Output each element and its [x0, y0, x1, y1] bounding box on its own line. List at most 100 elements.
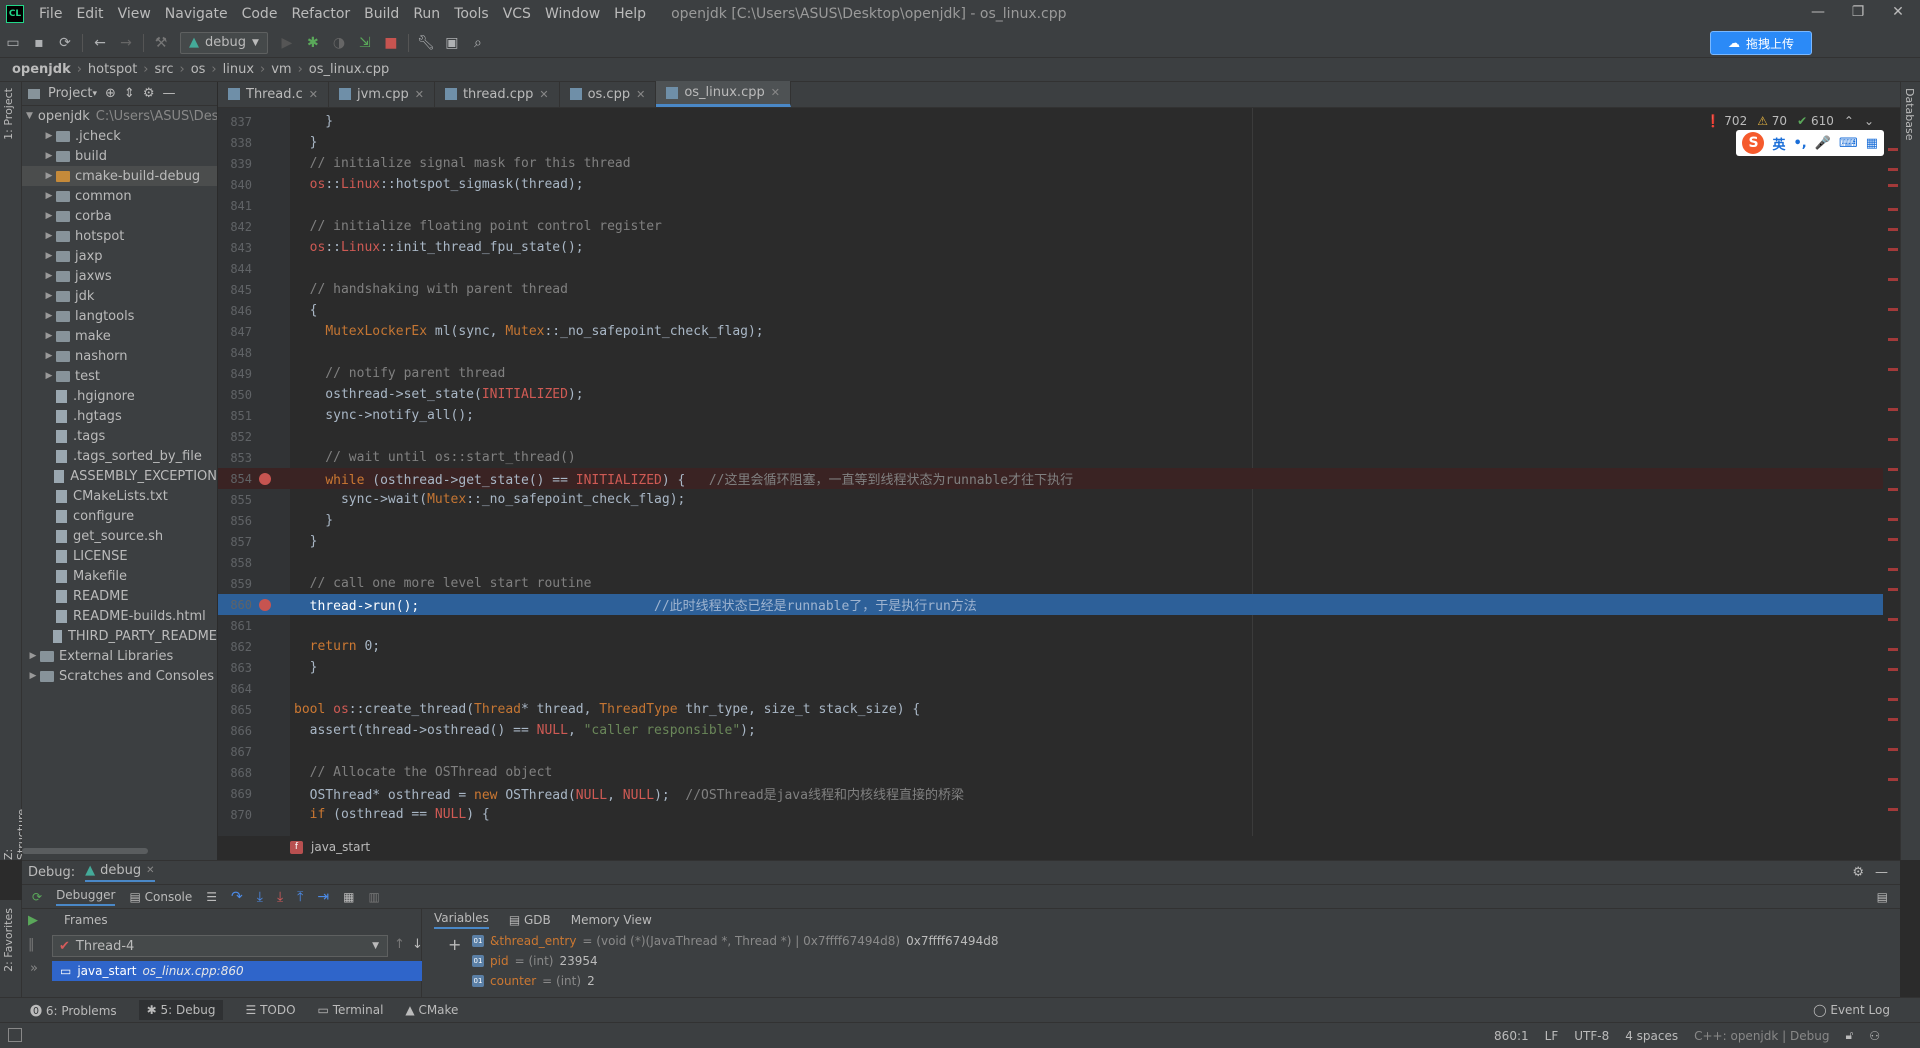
close-icon[interactable]: ✕ — [146, 865, 154, 876]
lock-icon[interactable]: 🔓︎ — [1845, 1028, 1853, 1043]
menu-vcs[interactable]: VCS — [496, 6, 538, 22]
tree-item[interactable]: README — [22, 586, 217, 606]
tree-item[interactable]: ▶ build — [22, 146, 217, 166]
error-marker[interactable] — [1888, 778, 1898, 781]
menu-code[interactable]: Code — [235, 6, 285, 22]
pause-icon[interactable]: ‖ — [28, 937, 35, 952]
error-marker[interactable] — [1888, 618, 1898, 621]
tab-favorites[interactable]: 2: Favorites — [2, 908, 15, 972]
keyboard-icon[interactable]: ⌨ — [1839, 136, 1858, 151]
menu-file[interactable]: File — [32, 6, 69, 22]
forward-icon[interactable]: → — [113, 30, 139, 56]
build-hammer-icon[interactable]: ⚒ — [148, 30, 174, 56]
tab-project[interactable]: 1: Project — [2, 88, 15, 140]
minimize-button[interactable]: — — [1808, 4, 1828, 24]
breadcrumb-item[interactable]: os — [191, 62, 206, 77]
error-marker[interactable] — [1888, 518, 1898, 521]
error-marker[interactable] — [1888, 278, 1898, 281]
error-stripe[interactable] — [1884, 108, 1900, 836]
tree-item[interactable]: ▶ common — [22, 186, 217, 206]
chevron-right-icon[interactable]: ▶ — [42, 311, 56, 321]
error-marker[interactable] — [1888, 248, 1898, 251]
variable-row[interactable]: 01 pid = (int) 23954 — [472, 951, 598, 971]
tree-item[interactable]: ▶ corba — [22, 206, 217, 226]
tree-item[interactable]: ▶ langtools — [22, 306, 217, 326]
menu-navigate[interactable]: Navigate — [158, 6, 235, 22]
error-marker[interactable] — [1888, 228, 1898, 231]
ime-punctuation[interactable]: •, — [1794, 136, 1807, 151]
editor-tab[interactable]: os.cpp ✕ — [560, 81, 657, 107]
error-marker[interactable] — [1888, 184, 1898, 187]
editor-tab[interactable]: thread.cpp ✕ — [435, 81, 560, 107]
error-marker[interactable] — [1888, 438, 1898, 441]
line-separator[interactable]: LF — [1545, 1029, 1559, 1043]
grid-menu-icon[interactable]: ▦ — [1866, 136, 1878, 151]
add-watch-icon[interactable]: + — [448, 935, 461, 954]
error-marker[interactable] — [1888, 338, 1898, 341]
tree-item[interactable]: ▶ Scratches and Consoles — [22, 666, 217, 686]
panel-toggle-icon[interactable] — [8, 1028, 22, 1042]
tab-memory-view[interactable]: Memory View — [571, 913, 652, 927]
error-marker[interactable] — [1888, 588, 1898, 591]
gear-icon[interactable]: ⚙ — [143, 86, 155, 101]
tree-item[interactable]: THIRD_PARTY_README — [22, 626, 217, 646]
run-icon[interactable]: ▶ — [274, 30, 300, 56]
chevron-right-icon[interactable]: ▶ — [42, 191, 56, 201]
error-marker[interactable] — [1888, 468, 1898, 471]
menu-run[interactable]: Run — [406, 6, 447, 22]
error-marker[interactable] — [1888, 808, 1898, 811]
error-marker[interactable] — [1888, 698, 1898, 701]
chevron-down-icon[interactable]: ▼ — [26, 111, 33, 121]
error-marker[interactable] — [1888, 168, 1898, 171]
tree-item[interactable]: .hgtags — [22, 406, 217, 426]
tree-item[interactable]: ▶ nashorn — [22, 346, 217, 366]
menu-build[interactable]: Build — [357, 6, 406, 22]
threads-icon[interactable]: ▥ — [368, 890, 379, 904]
stack-frame-row[interactable]: ▭ java_start os_linux.cpp:860 — [52, 961, 422, 981]
tree-item[interactable]: configure — [22, 506, 217, 526]
chevron-right-icon[interactable]: ▶ — [42, 131, 56, 141]
tree-item[interactable]: get_source.sh — [22, 526, 217, 546]
thread-select[interactable]: ✔ Thread-4 ▼ — [52, 935, 388, 957]
tab-console[interactable]: ▤ Console — [129, 890, 192, 904]
run-config-select[interactable]: ▲ debug ▼ — [180, 31, 268, 54]
tree-item[interactable]: ▶ make — [22, 326, 217, 346]
microphone-icon[interactable]: 🎤 — [1815, 136, 1831, 151]
close-window-button[interactable]: ✕ — [1888, 4, 1908, 24]
menu-edit[interactable]: Edit — [69, 6, 110, 22]
debug-session-tab[interactable]: ▲ debug ✕ — [85, 863, 155, 882]
error-marker[interactable] — [1888, 648, 1898, 651]
error-marker[interactable] — [1888, 208, 1898, 211]
indent-setting[interactable]: 4 spaces — [1625, 1029, 1678, 1043]
gear-icon[interactable]: ⚙ — [1852, 865, 1864, 880]
breadcrumb-item[interactable]: vm — [271, 62, 291, 77]
rerun-icon[interactable]: ⟳ — [32, 890, 42, 904]
error-marker[interactable] — [1888, 488, 1898, 491]
tree-item[interactable]: ASSEMBLY_EXCEPTION — [22, 466, 217, 486]
error-marker[interactable] — [1888, 308, 1898, 311]
error-marker[interactable] — [1888, 148, 1898, 151]
chevron-right-icon[interactable]: ▶ — [42, 231, 56, 241]
editor-tab[interactable]: jvm.cpp ✕ — [329, 81, 435, 107]
function-breadcrumb[interactable]: f java_start — [290, 836, 1900, 858]
error-marker[interactable] — [1888, 748, 1898, 751]
chevron-right-icon[interactable]: ▶ — [42, 211, 56, 221]
chevron-right-icon[interactable]: ▶ — [42, 351, 56, 361]
editor-tab[interactable]: os_linux.cpp ✕ — [656, 81, 791, 107]
ime-toolbar[interactable]: S 英 •, 🎤 ⌨ ▦ — [1736, 130, 1884, 156]
chevron-right-icon[interactable]: ▶ — [42, 251, 56, 261]
collapse-all-icon[interactable]: ⇕ — [124, 86, 135, 101]
step-out-icon[interactable]: ⤒ — [297, 889, 303, 905]
tree-item[interactable]: ▶ jdk — [22, 286, 217, 306]
chevron-right-icon[interactable]: ▶ — [26, 651, 40, 661]
menu-help[interactable]: Help — [607, 6, 653, 22]
chevron-right-icon[interactable]: ▶ — [26, 671, 40, 681]
hide-panel-icon[interactable]: — — [1875, 865, 1888, 880]
tree-item[interactable]: README-builds.html — [22, 606, 217, 626]
menu-view[interactable]: View — [111, 6, 158, 22]
step-into-icon[interactable]: ⤓ — [257, 889, 263, 905]
maximize-button[interactable]: ❐ — [1848, 4, 1868, 24]
editor-tab[interactable]: Thread.c ✕ — [218, 81, 329, 107]
run-to-cursor-icon[interactable]: ⇥ — [317, 889, 329, 905]
menu-window[interactable]: Window — [538, 6, 607, 22]
